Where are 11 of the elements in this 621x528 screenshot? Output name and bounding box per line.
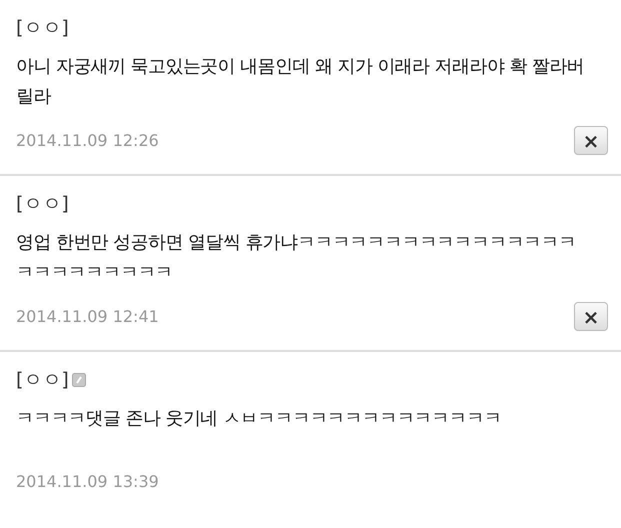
comment-text: 아니 자궁새끼 묵고있는곳이 내몸인데 왜 지가 이래라 저래라야 확 짤라버릴라 <box>16 55 586 109</box>
comment-text: 영업 한번만 성공하면 열달씩 휴가냐ㅋㅋㅋㅋㅋㅋㅋㅋㅋㅋㅋㅋㅋㅋㅋㅋㅋㅋㅋㅋㅋㅋㅋㅋㅋ <box>16 231 577 285</box>
comment-date: 2014.11.09 13:39 <box>16 472 159 491</box>
comment-author: [ㅇㅇ] <box>16 368 69 393</box>
delete-button[interactable]: × <box>574 126 608 155</box>
comment-date: 2014.11.09 12:26 <box>16 131 159 150</box>
comment-author: [ㅇㅇ] <box>16 16 69 41</box>
comment-date: 2014.11.09 12:41 <box>16 307 159 326</box>
comment-author: [ㅇㅇ] <box>16 192 69 217</box>
comment-text: ㅋㅋㅋㅋ댓글 존나 웃기네 ㅅㅂㅋㅋㅋㅋㅋㅋㅋㅋㅋㅋㅋㅋㅋㅋ <box>16 407 502 431</box>
delete-button[interactable]: × <box>574 302 608 331</box>
